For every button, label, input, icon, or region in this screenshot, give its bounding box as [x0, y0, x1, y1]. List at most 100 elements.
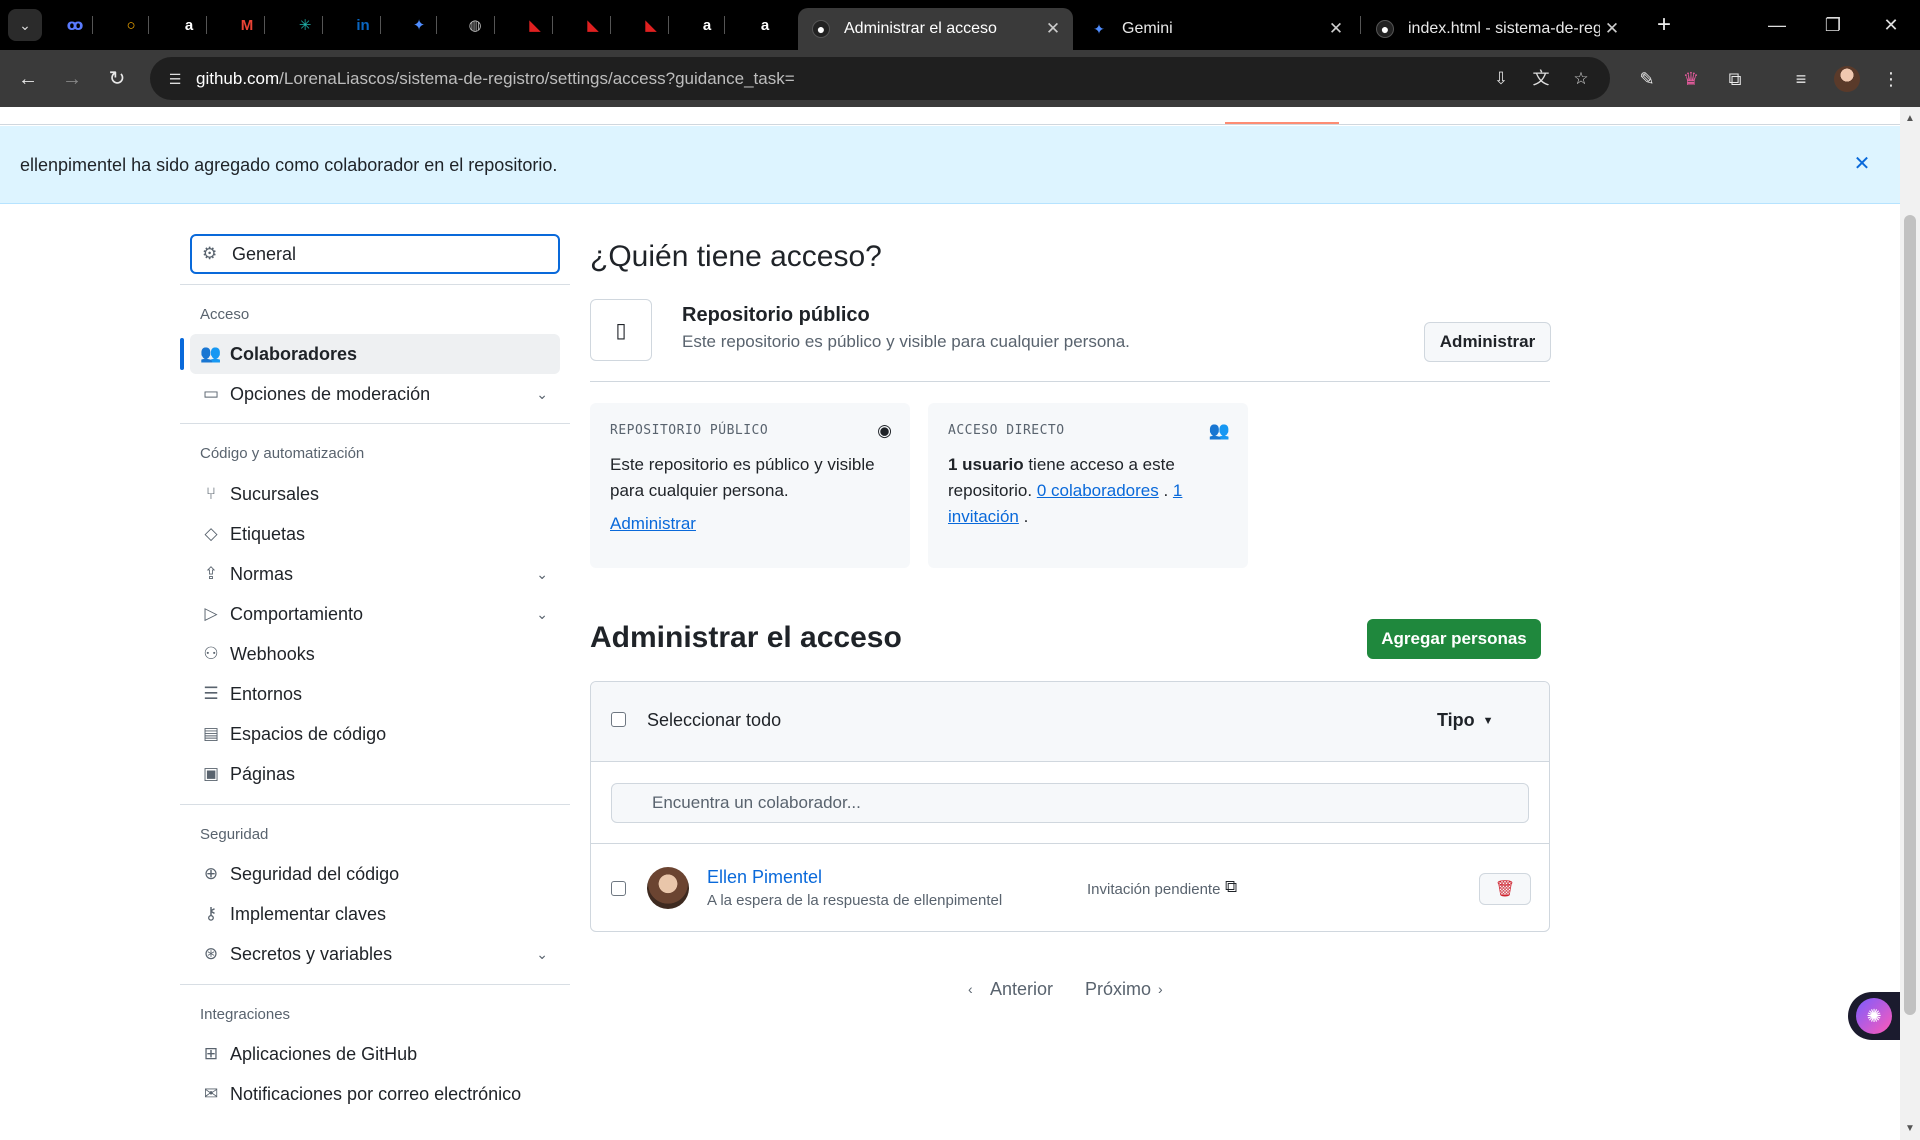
next-page-button[interactable]: Próximo [1085, 979, 1151, 1000]
sidebar-heading-access: Acceso [200, 306, 250, 323]
row-checkbox[interactable] [611, 881, 626, 896]
card-body: Este repositorio es público y visible pa… [610, 455, 875, 500]
chevron-right-icon[interactable]: › [1158, 981, 1163, 997]
sidebar-item-label: Aplicaciones de GitHub [230, 1043, 418, 1064]
eye-icon: ◉ [877, 421, 892, 440]
tab-search-button[interactable]: ⌄ [8, 9, 42, 41]
polymer-icon[interactable]: ꝏ [62, 12, 88, 38]
back-icon[interactable]: ← [13, 64, 43, 94]
close-tab-icon[interactable]: ✕ [1600, 19, 1624, 39]
sidebar-item-pages[interactable]: ▣ Páginas [190, 754, 560, 794]
collaborators-list: Seleccionar todo Tipo ▼ ⌕ Ellen Pimentel … [590, 681, 1550, 932]
crown-extension-icon[interactable]: ♛ [1676, 64, 1706, 94]
tab-separator [264, 16, 265, 34]
sidebar-item-behavior[interactable]: ▷ Comportamiento ⌄ [190, 594, 560, 634]
sidebar-item-code-security[interactable]: ⊕ Seguridad del código [190, 854, 560, 894]
fiveminute-icon[interactable]: ◣ [522, 12, 548, 38]
media-controls-icon[interactable]: ≡ [1786, 64, 1816, 94]
close-window-icon[interactable]: ✕ [1876, 12, 1906, 38]
reload-icon[interactable]: ↻ [102, 64, 132, 94]
server-icon: ☰ [203, 684, 219, 703]
bookmark-star-icon[interactable]: ☆ [1568, 67, 1594, 91]
tab-separator [552, 16, 553, 34]
fiveminute-icon[interactable]: ◣ [580, 12, 606, 38]
minimize-icon[interactable]: — [1762, 12, 1792, 38]
alura-icon[interactable]: a [176, 12, 202, 38]
sidebar-item-environments[interactable]: ☰ Entornos [190, 674, 560, 714]
tab-administrar-acceso[interactable]: ● Administrar el acceso ✕ [798, 8, 1073, 50]
sidebar-item-rules[interactable]: ⇪ Normas ⌄ [190, 554, 560, 594]
install-app-icon[interactable]: ⇩ [1488, 67, 1514, 91]
perplexity-icon[interactable]: ✳ [292, 12, 318, 38]
restore-icon[interactable]: ❐ [1818, 12, 1848, 38]
tab-separator [668, 16, 669, 34]
site-info-icon[interactable]: ☰ [164, 68, 186, 90]
page-scrollbar[interactable]: ▲ ▼ [1900, 107, 1920, 1140]
globe-icon[interactable]: ◍ [462, 12, 488, 38]
dismiss-flash-icon[interactable]: ✕ [1848, 150, 1876, 178]
chevron-left-icon[interactable]: ‹ [968, 981, 973, 997]
sidebar-item-codespaces[interactable]: ▤ Espacios de código [190, 714, 560, 754]
sidebar-item-label: Páginas [230, 763, 296, 784]
sidebar-item-moderation[interactable]: ▭ Opciones de moderación ⌄ [190, 374, 560, 414]
gmail-icon[interactable]: M [234, 12, 260, 38]
scrollbar-thumb[interactable] [1904, 215, 1916, 1015]
close-tab-icon[interactable]: ✕ [1041, 19, 1065, 39]
scroll-down-arrow-icon[interactable]: ▼ [1900, 1123, 1920, 1134]
sidebar-item-email-notifications[interactable]: ✉ Notificaciones por correo electrónico [190, 1074, 560, 1114]
sidebar-item-general[interactable]: ⚙ General [190, 234, 560, 274]
url-text[interactable]: github.com/LorenaLiascos/sistema-de-regi… [196, 69, 795, 89]
forward-icon[interactable]: → [57, 64, 87, 94]
remove-collaborator-button[interactable]: 🗑 [1479, 873, 1531, 905]
select-all-label[interactable]: Seleccionar todo [647, 710, 781, 731]
collaborator-search-input[interactable] [611, 783, 1529, 823]
translate-icon[interactable]: 文 [1528, 67, 1554, 91]
tab-title: index.html - sistema-de-regis [1408, 20, 1600, 37]
github-icon: ● [812, 20, 830, 38]
tab-separator [380, 16, 381, 34]
sidebar-item-label: Colaboradores [230, 343, 358, 364]
card-title: REPOSITORIO PÚBLICO [610, 423, 769, 438]
assistant-extension-bubble[interactable]: ✺ [1848, 992, 1900, 1040]
browser-menu-icon[interactable]: ⋮ [1876, 64, 1906, 94]
previous-page-button[interactable]: Anterior [990, 979, 1053, 1000]
add-people-button[interactable]: Agregar personas [1367, 619, 1541, 659]
fiveminute-icon[interactable]: ◣ [638, 12, 664, 38]
git-branch-icon: ⑂ [205, 484, 217, 503]
new-tab-button[interactable]: + [1650, 12, 1678, 40]
avatar[interactable] [647, 867, 689, 909]
tab-separator [206, 16, 207, 34]
card-body: 1 usuario tiene acceso a este repositori… [948, 452, 1228, 530]
alura-icon[interactable]: a [752, 12, 778, 38]
select-all-checkbox[interactable] [611, 712, 626, 727]
close-tab-icon[interactable]: ✕ [1324, 19, 1348, 39]
sidebar-item-webhooks[interactable]: ⚇ Webhooks [190, 634, 560, 674]
chevron-down-icon: ⌄ [536, 385, 548, 402]
sidebar-item-secrets[interactable]: ⊛ Secretos y variables ⌄ [190, 934, 560, 974]
collaborator-subtitle: A la espera de la respuesta de ellenpime… [707, 892, 1003, 909]
tab-gemini[interactable]: ✦ Gemini ✕ [1076, 8, 1356, 50]
manage-visibility-button[interactable]: Administrar [1424, 322, 1551, 362]
gemini-icon: ✦ [1093, 20, 1105, 37]
ring-icon[interactable]: ○ [118, 12, 144, 38]
scroll-up-arrow-icon[interactable]: ▲ [1900, 113, 1920, 124]
extensions-puzzle-icon[interactable]: ⧉ [1720, 64, 1750, 94]
alura-icon[interactable]: a [694, 12, 720, 38]
tab-index-html[interactable]: ● index.html - sistema-de-regis ✕ [1362, 8, 1632, 50]
sidebar-item-tags[interactable]: ◇ Etiquetas [190, 514, 560, 554]
sidebar-item-deploy-keys[interactable]: ⚷ Implementar claves [190, 894, 560, 934]
linkedin-icon[interactable]: in [350, 12, 376, 38]
gemini-icon[interactable]: ✦ [406, 12, 432, 38]
copy-icon[interactable]: ⧉ [1225, 877, 1237, 897]
card-manage-link[interactable]: Administrar [610, 514, 696, 533]
collaborators-link[interactable]: 0 colaboradores [1037, 481, 1159, 500]
sidebar-item-collaborators[interactable]: 👥 Colaboradores [190, 334, 560, 374]
address-bar[interactable]: ☰ github.com/LorenaLiascos/sistema-de-re… [150, 57, 1610, 100]
eyedropper-extension-icon[interactable]: ✎ [1632, 64, 1662, 94]
sidebar-item-github-apps[interactable]: ⊞ Aplicaciones de GitHub [190, 1034, 560, 1074]
sidebar-item-branches[interactable]: ⑂ Sucursales [190, 474, 560, 514]
collaborator-name-link[interactable]: Ellen Pimentel [707, 867, 822, 888]
profile-avatar[interactable] [1834, 66, 1860, 92]
invitation-status: Invitación pendiente [1087, 881, 1221, 898]
type-filter-dropdown[interactable]: Tipo ▼ [1437, 710, 1494, 731]
